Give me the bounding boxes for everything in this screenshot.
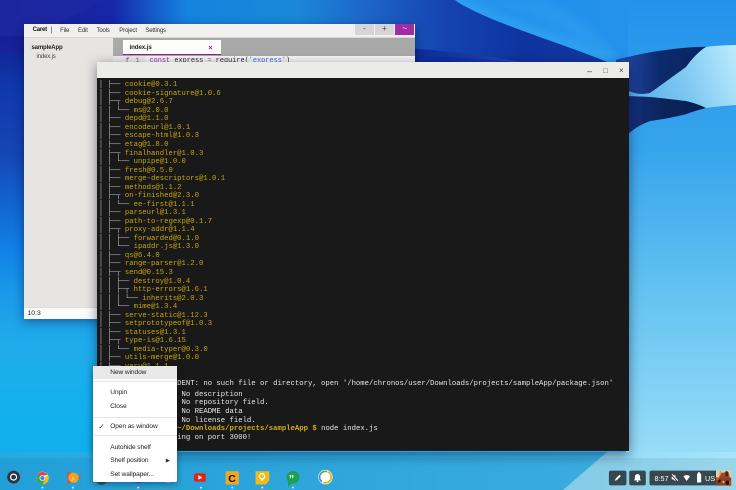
svg-text:8:57: 8:57 [655,474,669,483]
svg-text:C: C [228,473,236,485]
svg-text:♪: ♪ [71,474,75,483]
svg-text:”: ” [289,474,295,486]
svg-text:US: US [705,474,715,483]
